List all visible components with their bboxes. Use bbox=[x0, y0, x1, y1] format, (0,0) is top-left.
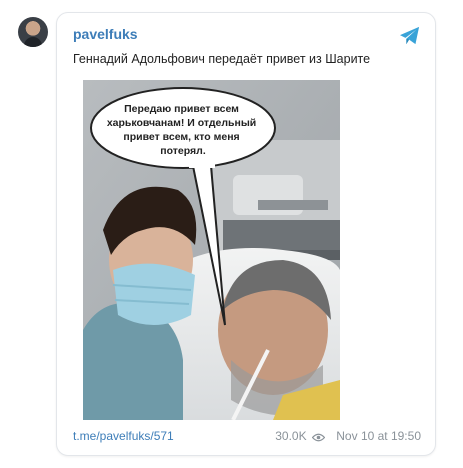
channel-avatar[interactable] bbox=[18, 17, 48, 47]
post-timestamp[interactable]: Nov 10 at 19:50 bbox=[336, 429, 421, 443]
photo-image: Передаю привет всем харьковчанам! И отде… bbox=[83, 80, 340, 420]
post-card: pavelfuks Геннадий Адольфович передаёт п… bbox=[56, 12, 436, 456]
post-meta: 30.0K Nov 10 at 19:50 bbox=[275, 429, 421, 443]
post-link[interactable]: t.me/pavelfuks/571 bbox=[73, 429, 174, 443]
post-caption: Геннадий Адольфович передаёт привет из Ш… bbox=[73, 52, 371, 66]
eye-icon bbox=[311, 433, 325, 442]
telegram-icon[interactable] bbox=[399, 26, 421, 46]
view-count: 30.0K bbox=[275, 429, 328, 443]
channel-name[interactable]: pavelfuks bbox=[73, 26, 138, 42]
post-photo[interactable]: Передаю привет всем харьковчанам! И отде… bbox=[83, 80, 340, 420]
